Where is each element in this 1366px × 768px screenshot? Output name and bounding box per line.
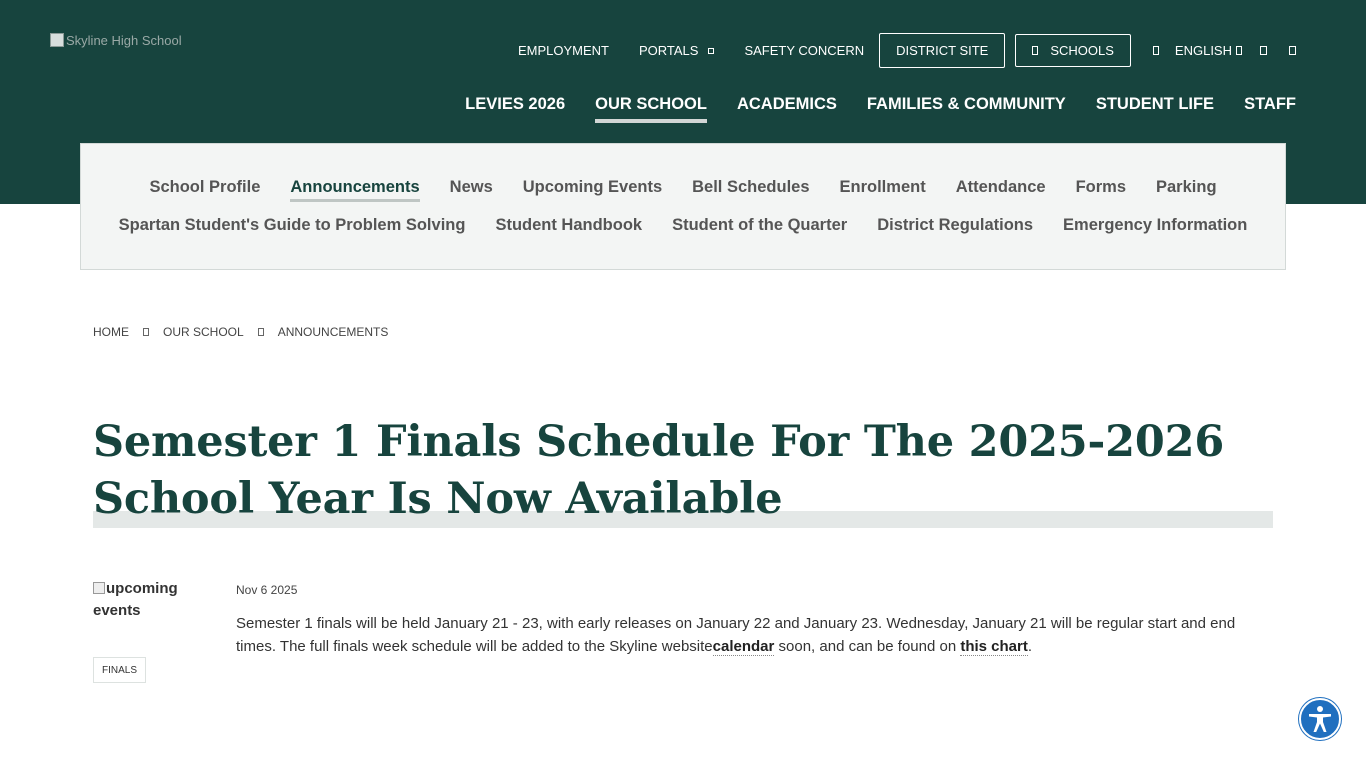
safety-concern-link[interactable]: SAFETY CONCERN (744, 43, 864, 58)
chevron-down-icon (1236, 46, 1242, 55)
body-text: soon, and can be found on (774, 638, 961, 655)
subnav-item-enrollment[interactable]: Enrollment (840, 178, 926, 201)
language-selector[interactable]: ENGLISH (1152, 43, 1242, 58)
page-title: Semester 1 Finals Schedule For The 2025-… (93, 417, 1225, 524)
school-logo[interactable]: Skyline High School (50, 30, 182, 50)
portals-label: PORTALS (638, 43, 699, 58)
nav-item-academics[interactable]: ACADEMICS (737, 95, 837, 122)
subnav-item-district-regulations[interactable]: District Regulations (877, 216, 1033, 239)
subnav-item-bell-schedules[interactable]: Bell Schedules (692, 178, 809, 201)
nav-item-staff[interactable]: STAFF (1244, 95, 1296, 122)
subnav-item-forms[interactable]: Forms (1076, 178, 1126, 201)
chevron-right-icon (257, 328, 264, 336)
title-block: Semester 1 Finals Schedule For The 2025-… (93, 414, 1273, 528)
section-subnav: School Profile Announcements News Upcomi… (80, 143, 1286, 270)
article-body: Semester 1 finals will be held January 2… (236, 612, 1276, 658)
employment-link[interactable]: EMPLOYMENT (518, 43, 609, 58)
subnav-item-announcements[interactable]: Announcements (290, 178, 420, 202)
article-image-alt: upcoming events (93, 580, 178, 619)
category-tag[interactable]: FINALS (93, 657, 147, 683)
nav-item-levies-2026[interactable]: LEVIES 2026 (465, 95, 565, 122)
accessibility-button[interactable] (1299, 698, 1341, 740)
subnav-row: School Profile Announcements News Upcomi… (81, 178, 1285, 202)
schools-label: SCHOOLS (1050, 43, 1114, 58)
article-date: Nov 6 2025 (236, 583, 298, 597)
subnav-item-attendance[interactable]: Attendance (956, 178, 1046, 201)
chevron-down-icon (708, 47, 715, 54)
breadcrumb: HOME OUR SCHOOL ANNOUNCEMENTS (93, 325, 388, 339)
globe-icon (1152, 46, 1159, 55)
subnav-item-news[interactable]: News (450, 178, 493, 201)
school-icon (1032, 46, 1039, 55)
this-chart-link[interactable]: this chart (960, 638, 1028, 656)
breadcrumb-announcements: ANNOUNCEMENTS (277, 325, 389, 339)
article-image: upcoming events (93, 578, 203, 622)
breadcrumb-home[interactable]: HOME (93, 325, 129, 339)
accessibility-icon (1309, 706, 1331, 732)
subnav-row: Spartan Student's Guide to Problem Solvi… (81, 216, 1285, 239)
subnav-item-student-handbook[interactable]: Student Handbook (495, 216, 642, 239)
subnav-item-emergency-information[interactable]: Emergency Information (1063, 216, 1247, 239)
breadcrumb-our-school[interactable]: OUR SCHOOL (163, 325, 244, 339)
broken-image-icon (93, 582, 105, 594)
subnav-item-school-profile[interactable]: School Profile (149, 178, 260, 201)
subnav-item-student-of-the-quarter[interactable]: Student of the Quarter (672, 216, 847, 239)
utility-nav: EMPLOYMENT PORTALS SAFETY CONCERN DISTRI… (518, 33, 1296, 68)
main-nav: LEVIES 2026 OUR SCHOOL ACADEMICS FAMILIE… (435, 95, 1296, 123)
search-icon[interactable] (1260, 46, 1267, 55)
subnav-item-parking[interactable]: Parking (1156, 178, 1217, 201)
broken-image-icon (50, 33, 64, 47)
employment-label: EMPLOYMENT (517, 43, 609, 58)
calendar-link[interactable]: calendar (712, 638, 775, 656)
safety-concern-label: SAFETY CONCERN (744, 43, 865, 58)
chevron-right-icon (143, 328, 149, 336)
subnav-item-upcoming-events[interactable]: Upcoming Events (523, 178, 662, 201)
body-text: . (1027, 638, 1033, 655)
nav-item-our-school[interactable]: OUR SCHOOL (595, 95, 707, 123)
district-site-button[interactable]: DISTRICT SITE (879, 33, 1006, 68)
subnav-item-problem-solving-guide[interactable]: Spartan Student's Guide to Problem Solvi… (119, 216, 466, 239)
logo-alt-text: Skyline High School (66, 32, 182, 48)
nav-item-student-life[interactable]: STUDENT LIFE (1096, 95, 1214, 122)
language-label: ENGLISH (1174, 43, 1232, 58)
menu-icon[interactable] (1289, 46, 1296, 55)
district-site-label: DISTRICT SITE (896, 43, 989, 58)
portals-dropdown[interactable]: PORTALS (638, 43, 715, 58)
schools-button[interactable]: SCHOOLS (1015, 34, 1131, 67)
nav-item-families-community[interactable]: FAMILIES & COMMUNITY (867, 95, 1066, 122)
